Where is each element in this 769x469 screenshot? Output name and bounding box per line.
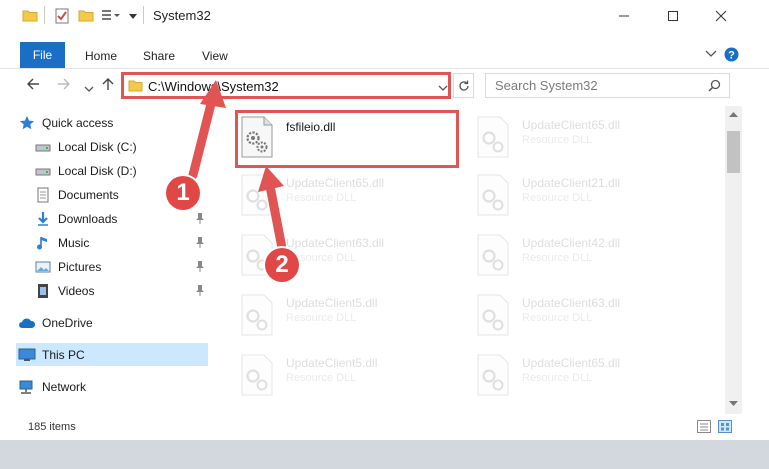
callout-badge-2: 2: [265, 248, 299, 282]
callout-badge-1: 1: [166, 176, 200, 210]
explorer-window: System32 File Home Share View ? Search S…: [0, 0, 769, 469]
desktop-background: [0, 440, 769, 469]
callout-arrows: [188, 80, 287, 253]
